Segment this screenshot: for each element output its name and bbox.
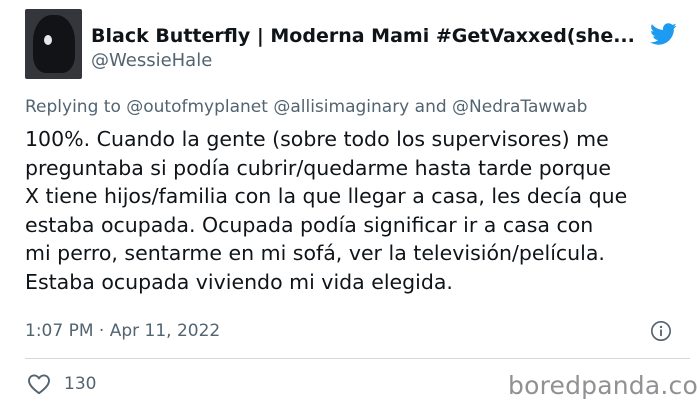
replying-to: Replying to @outofmyplanet @allisimagina…: [25, 96, 587, 118]
info-icon[interactable]: [650, 320, 672, 342]
avatar-highlight: [44, 35, 52, 45]
tweet-text-line: 100%. Cuando la gente (sobre todo los su…: [25, 127, 609, 151]
mention-link[interactable]: @NedraTawwab: [452, 97, 587, 117]
replying-prefix: Replying to: [25, 97, 121, 117]
user-handle[interactable]: @WessieHale: [91, 50, 212, 72]
tweet-text-line: Estaba ocupada viviendo mi vida elegida.: [25, 269, 453, 294]
tweet-text-line: mi perro, sentarme en mi sofá, ver la te…: [25, 241, 605, 265]
display-name[interactable]: Black Butterfly | Moderna Mami #GetVaxxe…: [91, 24, 641, 48]
twitter-bird-icon[interactable]: [647, 20, 679, 48]
tweet-text-line: preguntaba si podía cubrir/quedarme hast…: [25, 155, 612, 180]
tweet-text-line: estaba ocupada. Ocupada podía significar…: [25, 212, 594, 237]
divider: [25, 358, 690, 359]
tweet-timestamp[interactable]: 1:07 PM · Apr 11, 2022: [25, 320, 220, 342]
mention-link[interactable]: @allisimaginary: [273, 97, 409, 117]
avatar-silhouette: [33, 15, 75, 73]
avatar[interactable]: [25, 9, 82, 79]
mention-link[interactable]: @outofmyplanet: [126, 97, 268, 117]
tweet-card: Black Butterfly | Moderna Mami #GetVaxxe…: [0, 0, 700, 410]
tweet-text-line: X tiene hijos/familia con la que llegar …: [25, 184, 628, 208]
watermark: boredpanda.com: [508, 371, 700, 400]
like-count: 130: [64, 374, 97, 394]
replying-joiner: and: [414, 97, 447, 117]
tweet-text: 100%. Cuando la gente (sobre todo los su…: [25, 125, 690, 296]
heart-icon[interactable]: [27, 373, 51, 395]
